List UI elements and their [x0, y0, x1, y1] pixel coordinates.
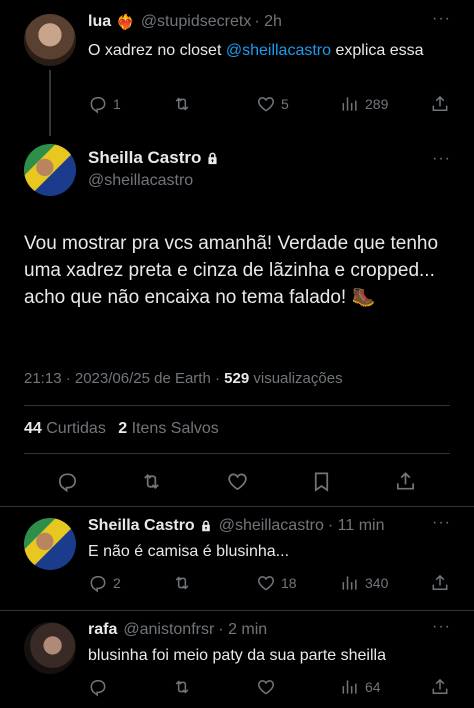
divider: [24, 405, 450, 406]
avatar-rafa[interactable]: [24, 622, 76, 674]
author-handle[interactable]: @sheillacastro: [88, 172, 193, 190]
tweet-meta: 21:13 · 2023/06/25 de Earth · 529 visual…: [24, 370, 343, 387]
views-count: 529: [224, 370, 250, 387]
view-count: 64: [365, 679, 381, 695]
reply-icon: [88, 94, 108, 114]
author-name[interactable]: lua: [88, 13, 111, 31]
avatar-sheilla[interactable]: [24, 518, 76, 570]
share-button[interactable]: [394, 470, 417, 493]
divider: [0, 610, 474, 611]
reply-button[interactable]: 2: [88, 573, 121, 593]
view-count: 340: [365, 575, 389, 591]
views-icon: [340, 573, 360, 593]
share-button[interactable]: [430, 573, 450, 593]
share-icon: [430, 94, 450, 114]
post-time[interactable]: · 11 min: [328, 517, 385, 535]
more-icon[interactable]: ···: [432, 10, 451, 28]
reply-icon: [88, 573, 108, 593]
lock-icon: [199, 519, 213, 533]
share-icon: [430, 573, 450, 593]
reply-button[interactable]: [56, 470, 79, 493]
author-handle[interactable]: @stupidsecretx: [141, 13, 252, 31]
like-button[interactable]: [226, 470, 249, 493]
more-icon[interactable]: ···: [432, 150, 451, 168]
reply-text-part: O xadrez no closet: [88, 42, 226, 59]
reply-header: lua ❤‍🔥 @stupidsecretx · 2h: [88, 13, 282, 31]
retweet-icon: [172, 677, 192, 697]
reply-text: blusinha foi meio paty da sua parte shei…: [88, 647, 386, 664]
heart-icon: [256, 677, 276, 697]
heart-icon: [256, 573, 276, 593]
lock-icon: [205, 151, 220, 166]
likes-count: 44: [24, 420, 42, 437]
views-button[interactable]: 64: [340, 677, 381, 697]
reply-icon: [88, 677, 108, 697]
retweet-icon: [172, 94, 192, 114]
author-name[interactable]: Sheilla Castro: [88, 517, 195, 535]
reply-count: 1: [113, 96, 121, 112]
heart-icon: [256, 94, 276, 114]
reply-header: Sheilla Castro @sheillacastro · 11 min: [88, 517, 384, 535]
views-button[interactable]: 289: [340, 94, 388, 114]
views-icon: [340, 94, 360, 114]
bookmark-icon: [310, 470, 333, 493]
likes-stat[interactable]: 44 Curtidas: [24, 420, 106, 437]
reply-text: O xadrez no closet @sheillacastro explic…: [88, 40, 448, 62]
avatar-sheilla[interactable]: [24, 144, 76, 196]
retweet-icon: [172, 573, 192, 593]
like-button[interactable]: 5: [256, 94, 289, 114]
reply-count: 2: [113, 575, 121, 591]
reply-button[interactable]: [88, 677, 108, 697]
heart-icon: [226, 470, 249, 493]
reply-text-part: explica essa: [331, 42, 424, 59]
share-icon: [430, 677, 450, 697]
bookmark-button[interactable]: [310, 470, 333, 493]
main-author-row: Sheilla Castro: [88, 148, 220, 168]
views-icon: [340, 677, 360, 697]
retweet-button[interactable]: [172, 573, 192, 593]
emoji-badge: ❤‍🔥: [116, 14, 135, 31]
post-time[interactable]: · 2 min: [218, 621, 267, 639]
share-icon: [394, 470, 417, 493]
saves-count: 2: [118, 420, 128, 437]
thread-line: [49, 70, 51, 136]
retweet-button[interactable]: [172, 677, 192, 697]
saves-label: Itens Salvos: [131, 420, 219, 437]
author-handle[interactable]: @sheillacastro: [219, 517, 324, 535]
timestamp[interactable]: 21:13 · 2023/06/25 de Earth ·: [24, 370, 220, 387]
engagement-stats: 44 Curtidas 2 Itens Salvos: [24, 420, 219, 438]
retweet-button[interactable]: [172, 94, 192, 114]
avatar-lua[interactable]: [24, 14, 76, 66]
saves-stat[interactable]: 2 Itens Salvos: [118, 420, 219, 437]
divider: [0, 506, 474, 507]
views-button[interactable]: 340: [340, 573, 388, 593]
retweet-icon: [140, 470, 163, 493]
mention-link[interactable]: @sheillacastro: [226, 42, 331, 59]
tweet-text: Vou mostrar pra vcs amanhã! Verdade que …: [24, 233, 439, 308]
like-button[interactable]: 18: [256, 573, 297, 593]
post-time[interactable]: · 2h: [254, 13, 282, 31]
retweet-button[interactable]: [140, 470, 163, 493]
reply-text: E não é camisa é blusinha...: [88, 543, 290, 560]
divider: [24, 453, 450, 454]
share-button[interactable]: [430, 677, 450, 697]
author-handle[interactable]: @anistonfrsr: [123, 621, 214, 639]
like-button[interactable]: [256, 677, 276, 697]
share-button[interactable]: [430, 94, 450, 114]
reply-header: rafa @anistonfrsr · 2 min: [88, 621, 267, 639]
author-name[interactable]: rafa: [88, 621, 117, 639]
likes-label: Curtidas: [46, 420, 106, 437]
view-count: 289: [365, 96, 389, 112]
views-label: visualizações: [253, 370, 343, 387]
like-count: 18: [281, 575, 297, 591]
more-icon[interactable]: ···: [432, 618, 451, 636]
reply-button[interactable]: 1: [88, 94, 121, 114]
author-name[interactable]: Sheilla Castro: [88, 148, 201, 168]
more-icon[interactable]: ···: [432, 514, 451, 532]
like-count: 5: [281, 96, 289, 112]
reply-icon: [56, 470, 79, 493]
